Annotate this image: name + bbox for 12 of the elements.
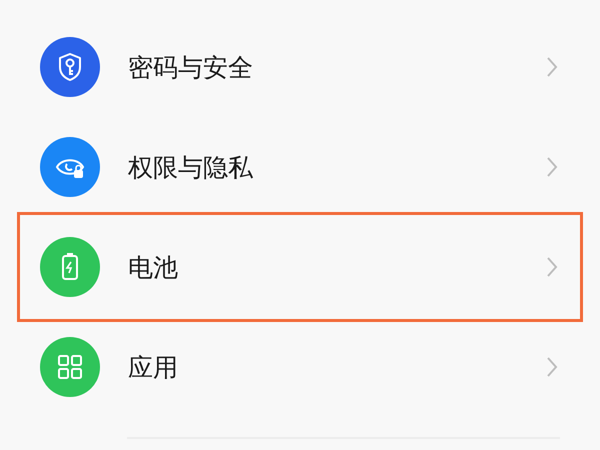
chevron-icon: [546, 56, 558, 78]
settings-row[interactable]: 应用: [22, 317, 578, 417]
row-label: 密码与安全: [128, 52, 254, 84]
settings-row[interactable]: 密码与安全: [22, 17, 578, 117]
settings-row[interactable]: 权限与隐私: [22, 117, 578, 217]
row-label: 权限与隐私: [128, 152, 254, 184]
chevron-icon: [546, 256, 558, 278]
row-label: 应用: [128, 352, 179, 384]
chevron-icon: [546, 156, 558, 178]
chevron-icon: [546, 356, 558, 378]
row-label: 电池: [128, 252, 179, 284]
highlight-frame[interactable]: 电池: [22, 217, 578, 317]
